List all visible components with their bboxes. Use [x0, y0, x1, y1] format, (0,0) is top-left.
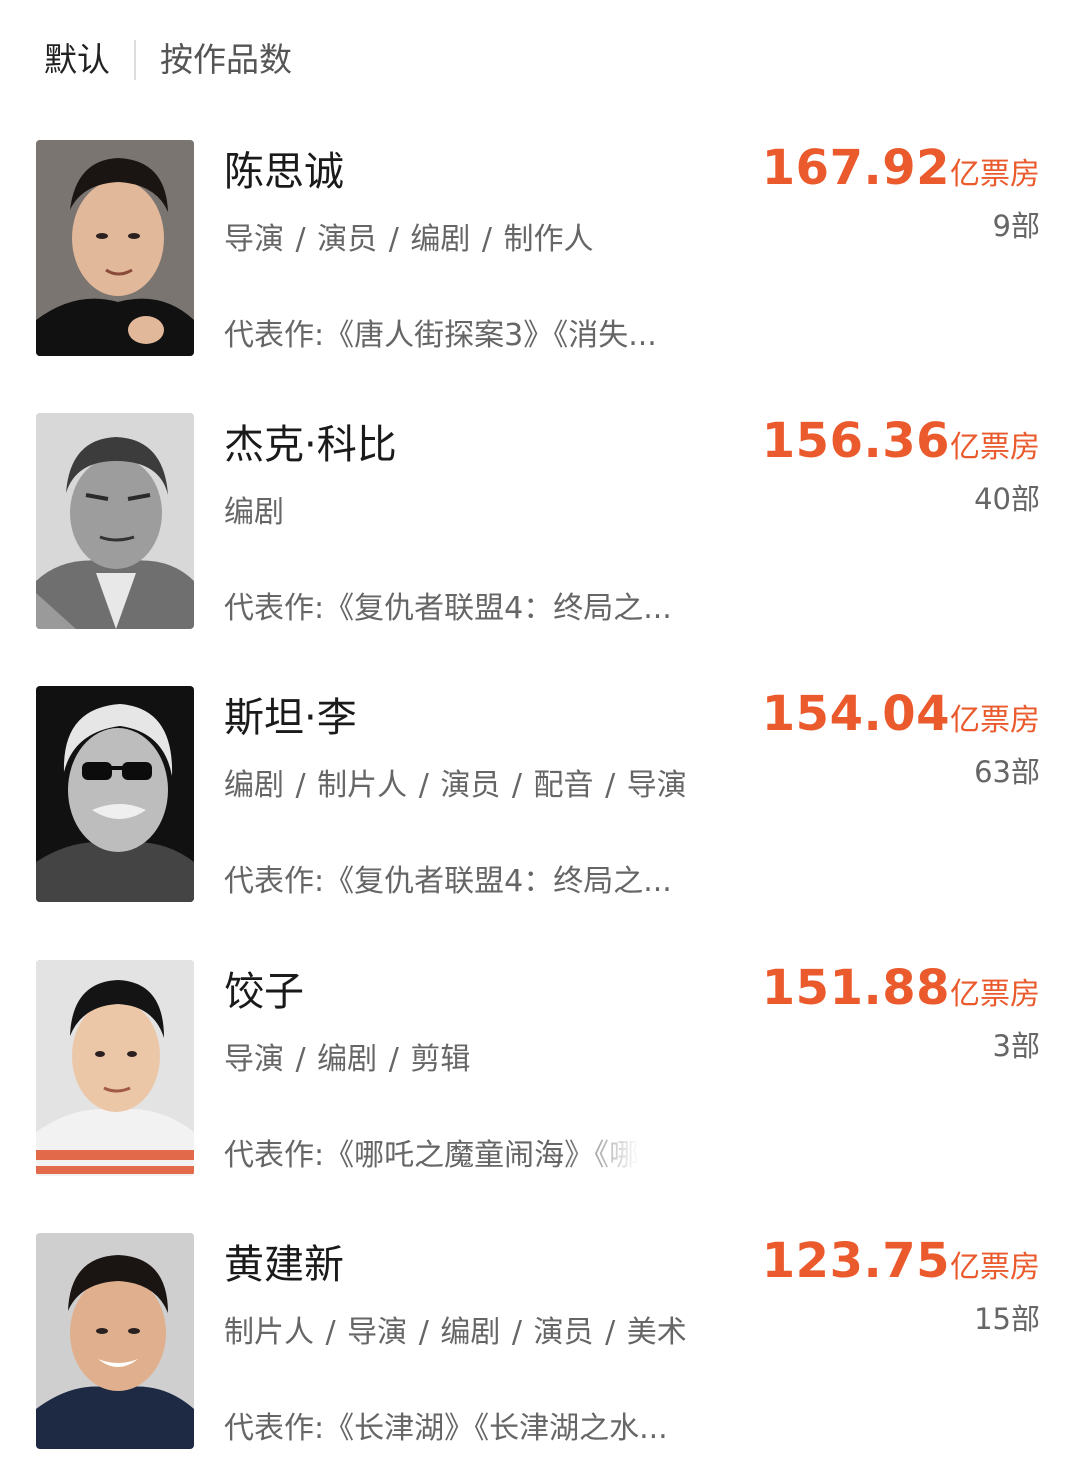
- box-office: 156.36亿票房: [762, 413, 1040, 476]
- representative-works: 代表作:《复仇者联盟4：终局之...: [224, 587, 672, 631]
- box-office-value: 151.88: [761, 960, 950, 1016]
- tab-by-works-count[interactable]: 按作品数: [160, 38, 292, 82]
- person-roles: 制片人 / 导演 / 编剧 / 演员 / 美术: [224, 1315, 687, 1350]
- avatar: [36, 140, 194, 356]
- list-item[interactable]: 陈思诚 导演 / 演员 / 编剧 / 制作人 代表作:《唐人街探案3》《消失..…: [0, 140, 1080, 370]
- works-titles: 《长津湖》《长津湖之水...: [324, 1411, 668, 1446]
- representative-works: 代表作:《长津湖》《长津湖之水...: [224, 1407, 668, 1451]
- box-office: 167.92亿票房: [762, 140, 1040, 203]
- person-name: 黄建新: [224, 1242, 344, 1288]
- works-count: 15部: [974, 1302, 1040, 1336]
- representative-works: 代表作:《唐人街探案3》《消失...: [224, 314, 657, 358]
- portrait-photo-icon: [36, 686, 194, 902]
- list-item[interactable]: 饺子 导演 / 编剧 / 剪辑 代表作:《哪吒之魔童闹海》《哪 151.88亿票…: [0, 960, 1080, 1190]
- box-office-unit: 亿票房: [950, 157, 1040, 192]
- person-name: 斯坦·李: [224, 695, 357, 741]
- person-roles: 导演 / 演员 / 编剧 / 制作人: [224, 222, 594, 257]
- box-office-value: 154.04: [761, 686, 950, 742]
- person-roles: 编剧 / 制片人 / 演员 / 配音 / 导演: [224, 768, 687, 803]
- person-name: 陈思诚: [224, 149, 344, 195]
- box-office: 154.04亿票房: [762, 686, 1040, 749]
- works-label: 代表作:: [224, 1411, 325, 1446]
- avatar: [36, 1233, 194, 1449]
- avatar: [36, 960, 194, 1176]
- works-label: 代表作:: [224, 591, 325, 626]
- box-office-value: 167.92: [761, 140, 950, 196]
- works-titles: 《哪吒之魔童闹海》《哪: [324, 1138, 640, 1173]
- person-name: 饺子: [224, 969, 304, 1015]
- works-count: 3部: [992, 1029, 1040, 1063]
- portrait-photo-icon: [36, 1233, 194, 1449]
- box-office: 123.75亿票房: [762, 1233, 1040, 1296]
- box-office-unit: 亿票房: [950, 977, 1040, 1012]
- box-office-unit: 亿票房: [950, 1250, 1040, 1285]
- works-label: 代表作:: [224, 1138, 325, 1173]
- portrait-photo-icon: [36, 413, 194, 629]
- tab-divider: [134, 40, 136, 80]
- avatar: [36, 413, 194, 629]
- tab-default[interactable]: 默认: [44, 38, 110, 82]
- works-titles: 《唐人街探案3》《消失...: [324, 318, 657, 353]
- works-titles: 《复仇者联盟4：终局之...: [324, 864, 672, 899]
- person-roles: 导演 / 编剧 / 剪辑: [224, 1042, 471, 1077]
- representative-works: 代表作:《复仇者联盟4：终局之...: [224, 860, 672, 904]
- box-office-value: 123.75: [761, 1233, 950, 1289]
- works-label: 代表作:: [224, 864, 325, 899]
- list-item[interactable]: 黄建新 制片人 / 导演 / 编剧 / 演员 / 美术 代表作:《长津湖》《长津…: [0, 1233, 1080, 1463]
- portrait-photo-icon: [36, 960, 194, 1176]
- works-count: 40部: [974, 482, 1040, 516]
- works-count: 9部: [992, 209, 1040, 243]
- box-office-unit: 亿票房: [950, 703, 1040, 738]
- list-item[interactable]: 斯坦·李 编剧 / 制片人 / 演员 / 配音 / 导演 代表作:《复仇者联盟4…: [0, 686, 1080, 916]
- person-name: 杰克·科比: [224, 422, 397, 468]
- person-roles: 编剧: [224, 495, 284, 530]
- sort-tabs: 默认 按作品数: [44, 38, 292, 82]
- avatar: [36, 686, 194, 902]
- box-office-value: 156.36: [761, 413, 950, 469]
- works-titles: 《复仇者联盟4：终局之...: [324, 591, 672, 626]
- works-label: 代表作:: [224, 318, 325, 353]
- works-count: 63部: [974, 755, 1040, 789]
- representative-works: 代表作:《哪吒之魔童闹海》《哪: [224, 1134, 639, 1178]
- box-office: 151.88亿票房: [762, 960, 1040, 1023]
- portrait-photo-icon: [36, 140, 194, 356]
- box-office-unit: 亿票房: [950, 430, 1040, 465]
- list-item[interactable]: 杰克·科比 编剧 代表作:《复仇者联盟4：终局之... 156.36亿票房 40…: [0, 413, 1080, 643]
